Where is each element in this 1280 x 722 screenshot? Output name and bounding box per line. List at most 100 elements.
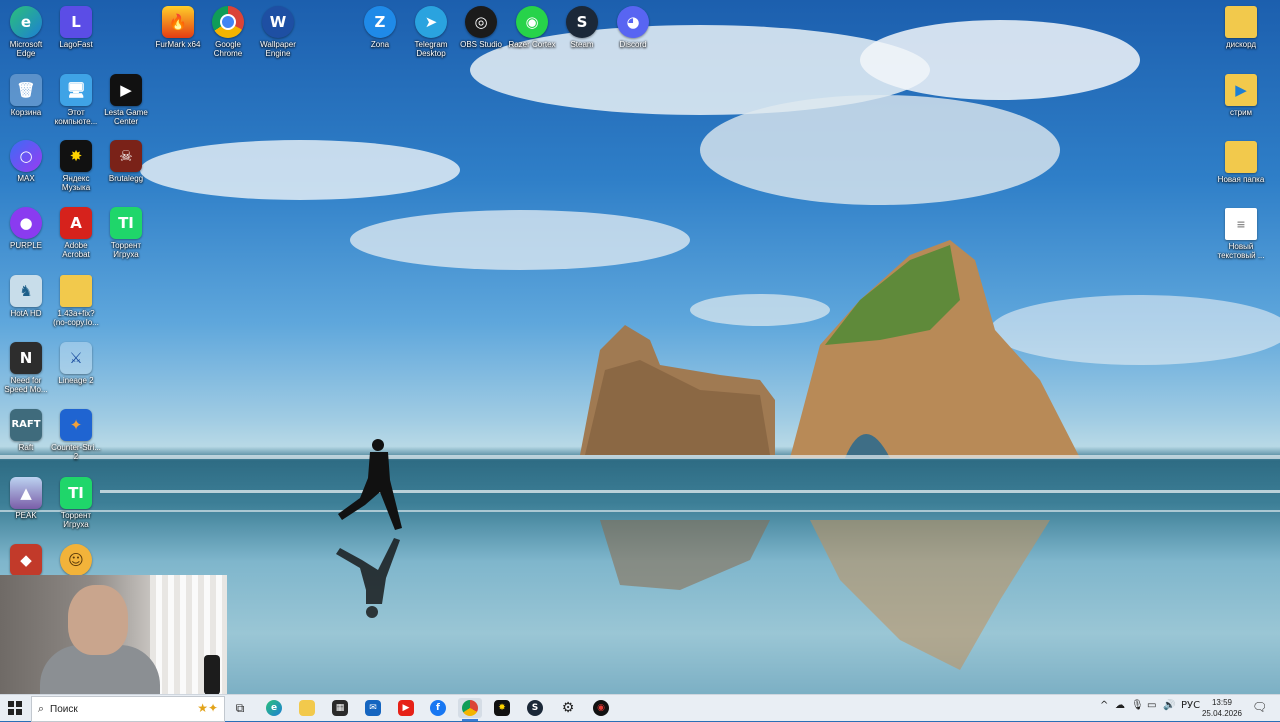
tray-volume-icon[interactable]: 🔊 (1163, 700, 1175, 711)
computer-icon: 🖥 (60, 74, 92, 106)
desktop-icon-recycle-bin[interactable]: 🗑 Корзина (0, 74, 52, 117)
counter-strike-icon: ✦ (60, 409, 92, 441)
desktop-icon-acrobat[interactable]: A Adobe Acrobat (50, 207, 102, 259)
max-icon: ○ (10, 140, 42, 172)
desktop-icon-telegram[interactable]: ➤ Telegram Desktop (405, 6, 457, 58)
taskbar-explorer[interactable] (295, 698, 319, 718)
desktop-icon-lesta[interactable]: ▶ Lesta Game Center (100, 74, 152, 126)
desktop-icon-steam[interactable]: S Steam (556, 6, 608, 49)
store-icon: ▦ (332, 700, 348, 716)
desktop-icon-peak[interactable]: ▲ PEAK (0, 477, 52, 520)
search-box[interactable]: ⌕ Поиск ★✦ (31, 696, 225, 722)
desktop-icon-edge[interactable]: e Microsoft Edge (0, 6, 52, 58)
chrome-icon (462, 700, 478, 716)
steam-icon: S (566, 6, 598, 38)
desktop-icon-label: FurMark x64 (155, 40, 201, 49)
desktop-icon-label: PEAK (15, 511, 37, 520)
desktop-icon-hota[interactable]: ♞ HotA HD (0, 275, 52, 318)
desktop-icon-label: 1.43a+fix? (no-copy.lo... (53, 309, 99, 327)
start-button[interactable] (3, 698, 27, 718)
recycle-bin-icon: 🗑 (10, 74, 42, 106)
tray-language[interactable]: РУС (1181, 700, 1200, 711)
desktop-icon-label: Lesta Game Center (104, 108, 148, 126)
desktop-icon-game-red[interactable]: ◆ (0, 544, 52, 576)
taskbar-settings[interactable]: ⚙ (556, 698, 580, 718)
mail-icon: ✉ (365, 700, 381, 716)
desktop-icon-label: Wallpaper Engine (260, 40, 296, 58)
brutal-game-icon: ☠ (110, 140, 142, 172)
taskbar-mail[interactable]: ✉ (361, 698, 385, 718)
desktop-icon-label: Need for Speed Mo... (4, 376, 48, 394)
desktop-icon-wallpaper-engine[interactable]: W Wallpaper Engine (252, 6, 304, 58)
taskbar-chrome[interactable] (458, 698, 482, 721)
tray-chevron-up-icon[interactable]: ^ (1100, 700, 1108, 711)
desktop-icon-folder-nocopy[interactable]: 1.43a+fix? (no-copy.lo... (50, 275, 102, 327)
taskbar-razer[interactable]: ◉ (589, 698, 613, 718)
desktop-icon-obs[interactable]: ◎ OBS Studio (455, 6, 507, 49)
desktop-icon-torrent-1[interactable]: TI Торрент Игруха (100, 207, 152, 259)
lineage-icon: ⚔ (60, 342, 92, 374)
edge-icon: e (10, 6, 42, 38)
desktop-icon-zona[interactable]: Z Zona (354, 6, 406, 49)
webcam-person-head (68, 585, 128, 655)
hota-icon: ♞ (10, 275, 42, 307)
desktop-icon-label: Яндекс Музыка (61, 174, 91, 192)
desktop-icon-label: Google Chrome (213, 40, 243, 58)
desktop-icon-furmark[interactable]: 🔥 FurMark x64 (152, 6, 204, 49)
desktop-icon-label: Корзина (10, 108, 42, 117)
desktop-icon-game-emoji[interactable]: ☺ (50, 544, 102, 576)
torrent-icon: TI (110, 207, 142, 239)
discord-icon: ◕ (617, 6, 649, 38)
desktop-icon-nfs[interactable]: N Need for Speed Mo... (0, 342, 52, 394)
desktop-icon-label: Microsoft Edge (9, 40, 43, 58)
desktop-icon-discord[interactable]: ◕ Discord (607, 6, 659, 49)
desktop-icon-label: Zona (370, 40, 390, 49)
tray-microphone-icon[interactable]: 🎙 (1131, 700, 1144, 711)
tray-onedrive-icon[interactable]: ☁ (1115, 700, 1125, 711)
taskbar-store[interactable]: ▦ (328, 698, 352, 718)
desktop-icon-torrent-2[interactable]: TI Торрент Игруха (50, 477, 102, 529)
tray-network-icon[interactable]: ▭ (1147, 700, 1156, 711)
youtube-icon: ▶ (398, 700, 414, 716)
desktop-icon-new-text[interactable]: ≡ Новый текстовый ... (1214, 208, 1268, 260)
desktop-icon-razer[interactable]: ◉ Razer Cortex (506, 6, 558, 49)
search-highlight-icon: ★✦ (197, 701, 218, 715)
taskbar-youtube[interactable]: ▶ (394, 698, 418, 718)
tray-date: 25.04.2026 (1201, 709, 1243, 718)
desktop-icon-label: Raft (18, 443, 34, 452)
settings-icon: ⚙ (561, 700, 575, 716)
desktop-icon-label: стрим (1229, 108, 1253, 117)
desktop-icon-label: Новый текстовый ... (1217, 242, 1265, 260)
desktop-icon-label: Telegram Desktop (414, 40, 448, 58)
taskbar-yandex-music[interactable]: ✸ (490, 698, 514, 718)
desktop-icon-label: LagoFast (59, 40, 93, 49)
desktop-icon-stream-folder[interactable]: ▶ стрим (1214, 74, 1268, 117)
desktop-icon-lagofast[interactable]: L LagoFast (50, 6, 102, 49)
desktop-icon-this-pc[interactable]: 🖥 Этот компьюте... (50, 74, 102, 126)
desktop-icon-raft[interactable]: RAFT Raft (0, 409, 52, 452)
tray-clock[interactable]: 13:59 25.04.2026 (1200, 697, 1244, 719)
desktop-icon-cs[interactable]: ✦ Counter-Stri... 2 (50, 409, 102, 461)
task-view-button[interactable]: ⧉ (228, 698, 252, 718)
desktop-icon-label: MAX (17, 174, 35, 183)
furmark-icon: 🔥 (162, 6, 194, 38)
desktop-icon-discord-folder[interactable]: дискорд (1214, 6, 1268, 49)
desktop-icon-purple[interactable]: ● PURPLE (0, 207, 52, 250)
taskbar-facebook[interactable]: f (426, 698, 450, 718)
folder-icon: ▶ (1225, 74, 1257, 106)
desktop-icon-new-folder[interactable]: Новая папка (1214, 141, 1268, 184)
razer-icon: ◉ (516, 6, 548, 38)
desktop-icon-label: Торрент Игруха (60, 511, 92, 529)
desktop-icon-brutal[interactable]: ☠ Brutalegg (100, 140, 152, 183)
desktop-icon-max[interactable]: ○ MAX (0, 140, 52, 183)
yandex-music-icon: ✸ (60, 140, 92, 172)
notification-icon[interactable]: 🗨 (1252, 700, 1267, 714)
desktop-icon-lineage[interactable]: ⚔ Lineage 2 (50, 342, 102, 385)
lagofast-icon: L (60, 6, 92, 38)
desktop-icon-chrome[interactable]: Google Chrome (202, 6, 254, 58)
taskbar-steam[interactable]: S (523, 698, 547, 718)
taskbar-edge[interactable]: e (262, 698, 286, 718)
emoji-game-icon: ☺ (60, 544, 92, 576)
desktop-icon-yandex-music[interactable]: ✸ Яндекс Музыка (50, 140, 102, 192)
wallpaper-engine-icon: W (262, 6, 294, 38)
